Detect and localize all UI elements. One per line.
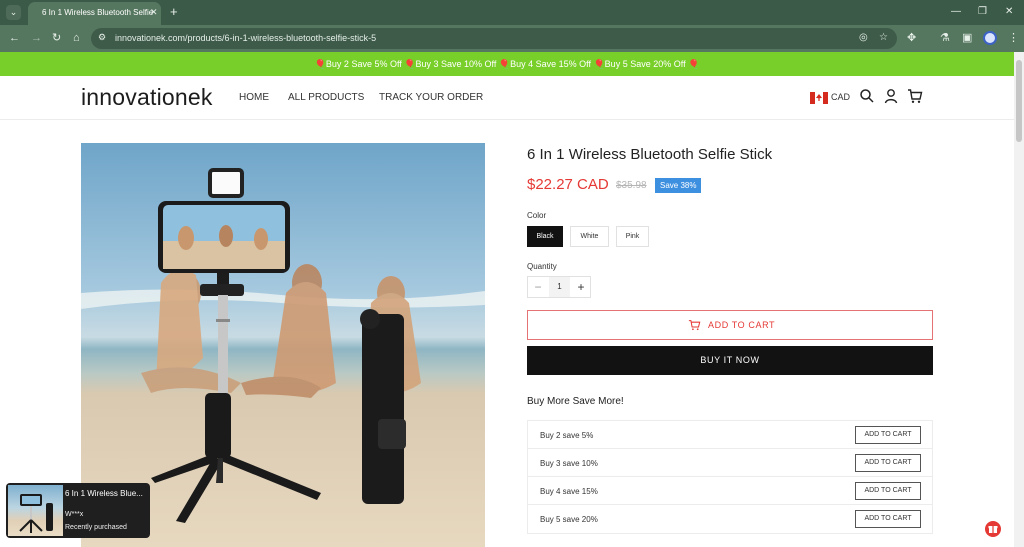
popup-buyer-name: W***x <box>65 511 84 518</box>
bundle-add-to-cart-button[interactable]: ADD TO CART <box>855 426 921 444</box>
quantity-decrease-button[interactable]: − <box>528 277 548 297</box>
canada-flag-icon[interactable] <box>810 92 828 104</box>
account-icon[interactable] <box>883 88 899 104</box>
bundle-label: Buy 3 save 10% <box>540 459 598 468</box>
url-text[interactable]: innovationek.com/products/6-in-1-wireles… <box>115 33 376 43</box>
promo-announcement-bar: 🎈Buy 2 Save 5% Off 🎈Buy 3 Save 10% Off 🎈… <box>0 52 1014 76</box>
bundle-row: Buy 5 save 20% ADD TO CART <box>528 505 932 533</box>
quantity-label: Quantity <box>527 262 557 271</box>
tab-close-icon[interactable]: ✕ <box>150 7 158 18</box>
browser-toolbar: ← → ↻ ⌂ ⚙ innovationek.com/products/6-in… <box>0 25 1024 52</box>
color-option-pink[interactable]: Pink <box>616 226 649 247</box>
bundle-add-to-cart-button[interactable]: ADD TO CART <box>855 510 921 528</box>
bundle-add-to-cart-button[interactable]: ADD TO CART <box>855 454 921 472</box>
eye-off-icon[interactable]: ◎ <box>859 32 868 43</box>
bundle-row: Buy 2 save 5% ADD TO CART <box>528 421 932 449</box>
popup-product-title: 6 In 1 Wireless Blue... <box>65 489 143 498</box>
compare-at-price: $35.98 <box>616 180 647 191</box>
minimize-icon[interactable]: — <box>951 6 961 18</box>
address-bar[interactable]: ⚙ innovationek.com/products/6-in-1-wirel… <box>91 28 897 49</box>
bundle-label: Buy 5 save 20% <box>540 515 598 524</box>
restore-icon[interactable]: ❐ <box>978 6 987 18</box>
color-label: Color <box>527 211 547 220</box>
cart-icon <box>688 320 701 331</box>
browser-tab-bar: ⌄ 6 In 1 Wireless Bluetooth Selfie ✕ + —… <box>0 0 1024 25</box>
reload-icon[interactable]: ↻ <box>52 32 61 44</box>
forward-icon[interactable]: → <box>31 32 42 44</box>
new-tab-icon[interactable]: + <box>170 4 178 19</box>
bundle-add-to-cart-button[interactable]: ADD TO CART <box>855 482 921 500</box>
extensions-icon[interactable]: ✥ <box>907 32 916 44</box>
product-title: 6 In 1 Wireless Bluetooth Selfie Stick <box>527 146 773 163</box>
chat-widget-icon[interactable] <box>985 521 1001 537</box>
tab-search-icon[interactable]: ⌄ <box>6 5 21 20</box>
labs-icon[interactable]: ⚗ <box>940 32 950 44</box>
scrollbar-thumb[interactable] <box>1016 60 1022 142</box>
bundle-label: Buy 2 save 5% <box>540 431 594 440</box>
profile-avatar-icon[interactable] <box>983 31 997 45</box>
color-option-white[interactable]: White <box>570 226 609 247</box>
store-logo[interactable]: innovationek <box>81 84 213 111</box>
window-close-icon[interactable]: ✕ <box>1005 6 1013 18</box>
nav-all-products[interactable]: ALL PRODUCTS <box>288 92 364 103</box>
bundle-label: Buy 4 save 15% <box>540 487 598 496</box>
bundle-heading: Buy More Save More! <box>527 396 624 407</box>
recent-purchase-popup[interactable]: 6 In 1 Wireless Blue... W***x Recently p… <box>6 483 150 538</box>
browser-menu-icon[interactable]: ⋮ <box>1008 32 1019 44</box>
save-badge: Save 38% <box>655 178 702 193</box>
bookmark-star-icon[interactable]: ☆ <box>879 32 888 43</box>
search-icon[interactable] <box>859 88 875 104</box>
tab-title: 6 In 1 Wireless Bluetooth Selfie <box>42 8 154 17</box>
popup-product-thumbnail <box>8 485 63 536</box>
popup-status: Recently purchased <box>65 524 127 531</box>
side-panel-icon[interactable]: ▣ <box>962 32 972 44</box>
browser-tab[interactable]: 6 In 1 Wireless Bluetooth Selfie ✕ <box>28 2 161 25</box>
bundle-row: Buy 3 save 10% ADD TO CART <box>528 449 932 477</box>
add-to-cart-button[interactable]: ADD TO CART <box>527 310 933 340</box>
quantity-input[interactable]: 1 <box>549 277 570 297</box>
cart-icon[interactable] <box>907 88 923 104</box>
back-icon[interactable]: ← <box>9 32 20 44</box>
page-scrollbar[interactable] <box>1014 52 1024 547</box>
bundle-offers-table: Buy 2 save 5% ADD TO CART Buy 3 save 10%… <box>527 420 933 534</box>
buy-it-now-button[interactable]: BUY IT NOW <box>527 346 933 375</box>
color-option-black[interactable]: Black <box>527 226 563 247</box>
currency-selector[interactable]: CAD <box>831 92 850 102</box>
nav-track-order[interactable]: TRACK YOUR ORDER <box>379 92 483 103</box>
nav-home[interactable]: HOME <box>239 92 269 103</box>
quantity-increase-button[interactable]: + <box>571 277 591 297</box>
sale-price: $22.27 CAD <box>527 176 609 193</box>
site-info-icon[interactable]: ⚙ <box>98 32 106 43</box>
thumbnail-photo <box>19 494 53 533</box>
quantity-stepper: − 1 + <box>527 276 591 298</box>
bundle-row: Buy 4 save 15% ADD TO CART <box>528 477 932 505</box>
add-to-cart-label: ADD TO CART <box>708 320 776 330</box>
store-header: innovationek HOME ALL PRODUCTS TRACK YOU… <box>0 76 1014 120</box>
home-icon[interactable]: ⌂ <box>73 32 80 44</box>
gift-icon <box>988 526 998 533</box>
